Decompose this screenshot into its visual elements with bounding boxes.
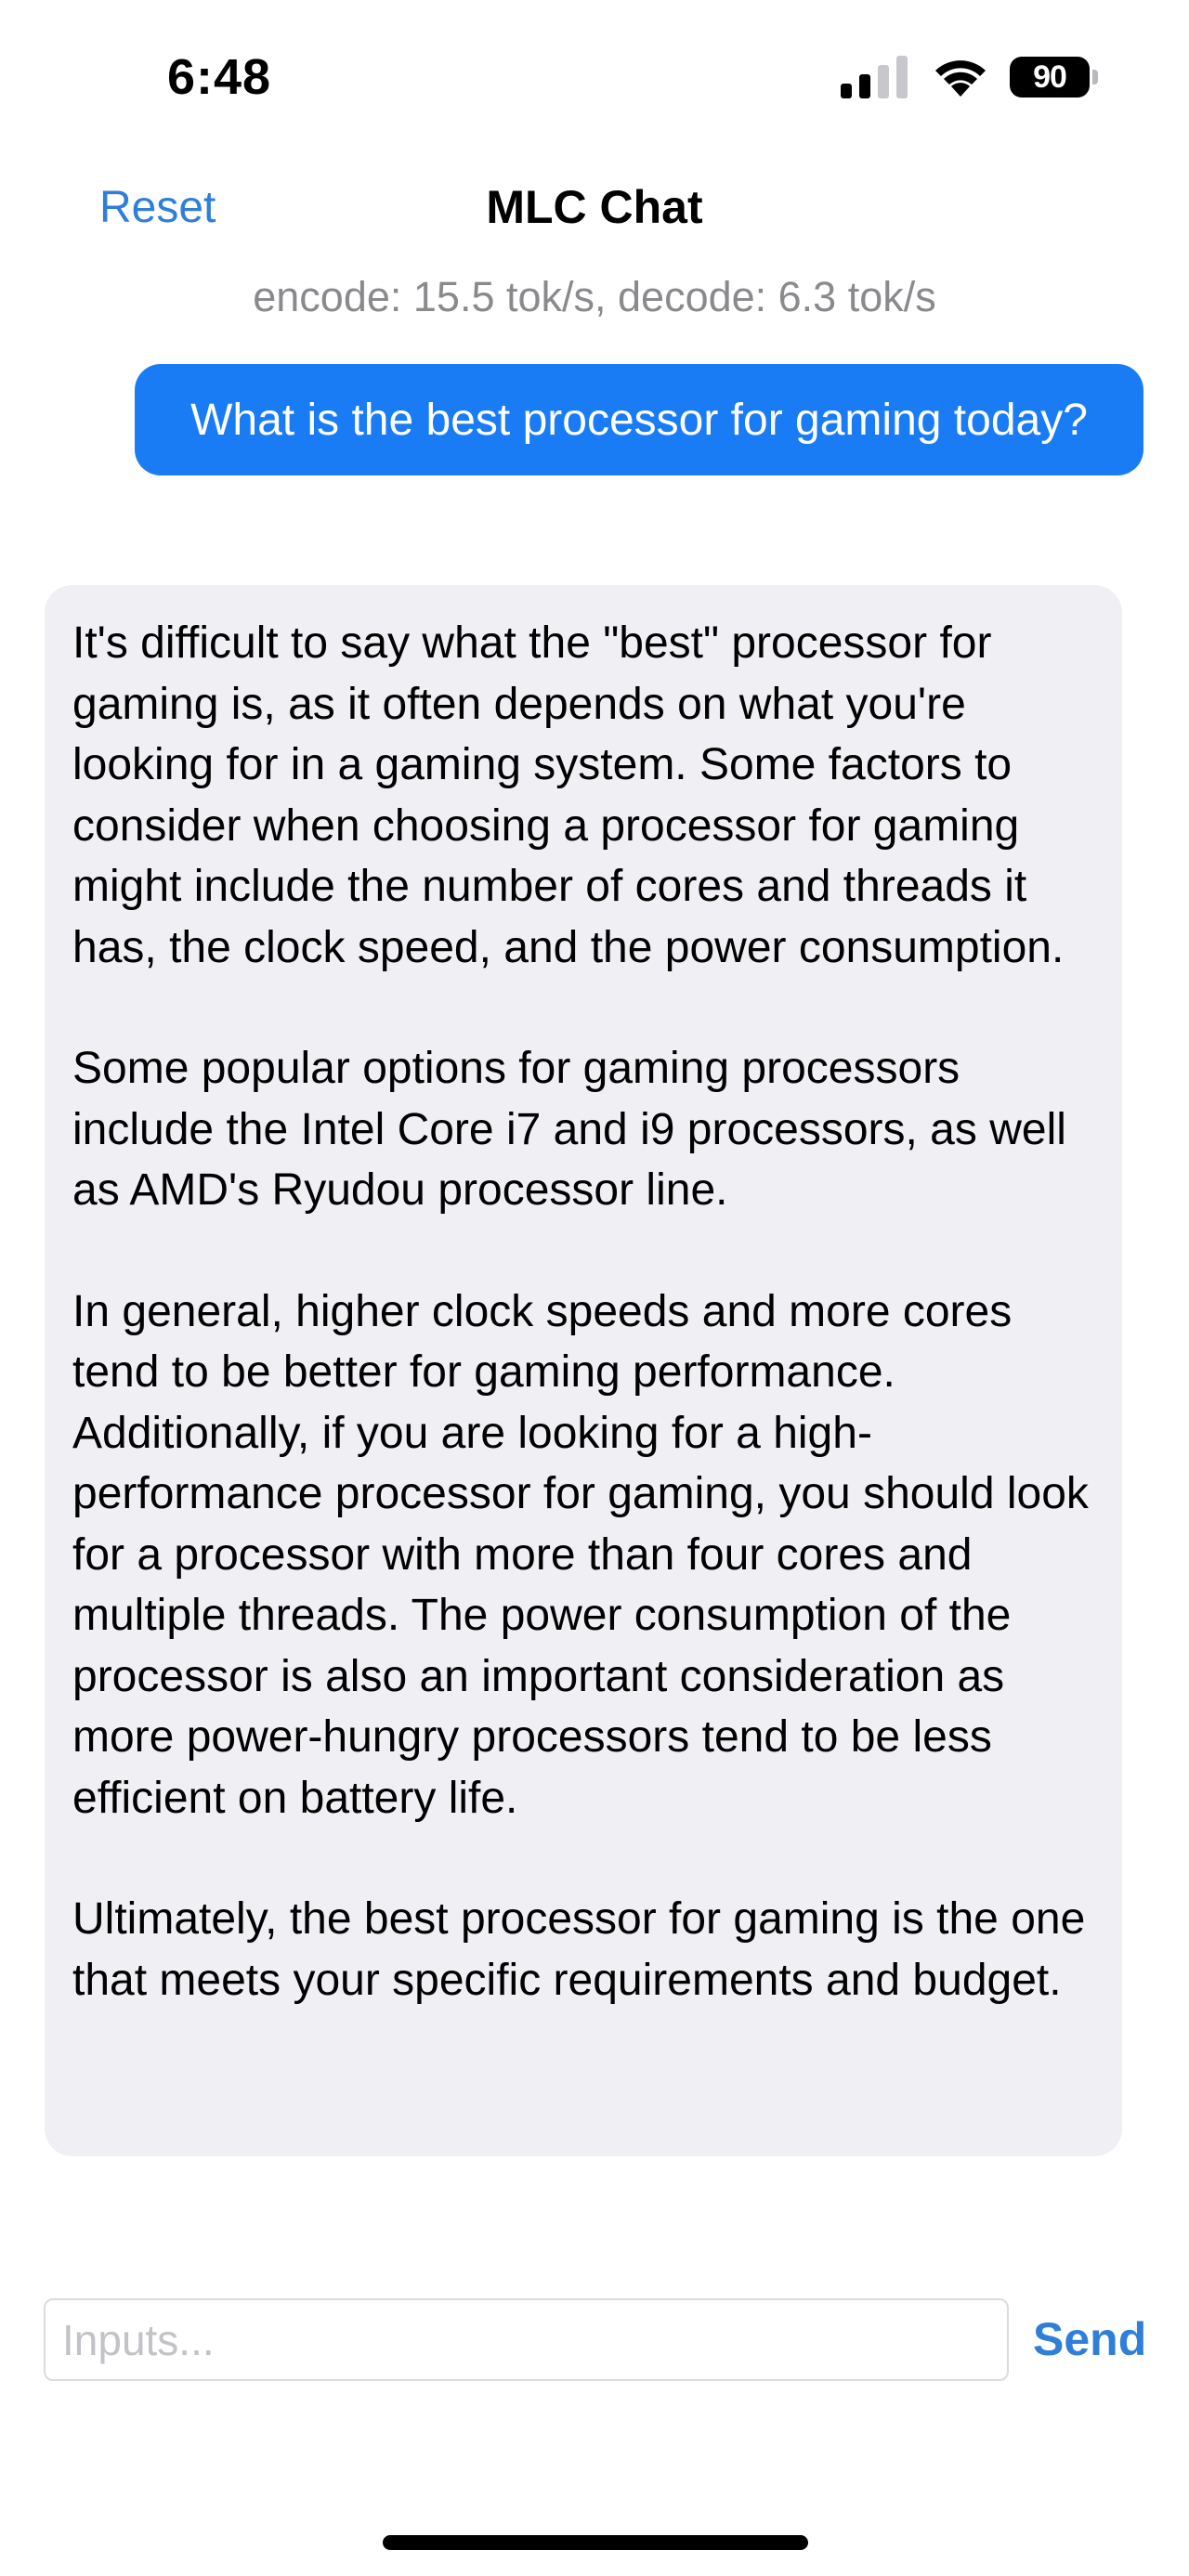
assistant-paragraph: In general, higher clock speeds and more… <box>72 1286 1089 1823</box>
cellular-signal-icon <box>841 56 908 98</box>
assistant-message-bubble: It's difficult to say what the "best" pr… <box>45 585 1122 2156</box>
chat-screen: 6:48 90 Reset MLC Chat encode: 15.5 tok/… <box>0 0 1189 2576</box>
reset-button[interactable]: Reset <box>99 182 216 233</box>
send-button[interactable]: Send <box>1033 2312 1146 2366</box>
user-message-text: What is the best processor for gaming to… <box>190 395 1088 445</box>
battery-level: 90 <box>1010 57 1090 98</box>
wifi-icon <box>935 60 986 97</box>
assistant-paragraph: Some popular options for gaming processo… <box>72 1044 1066 1215</box>
assistant-paragraph: It's difficult to say what the "best" pr… <box>72 618 1065 972</box>
user-message-bubble: What is the best processor for gaming to… <box>135 364 1143 475</box>
battery-icon: 90 <box>1010 57 1098 98</box>
status-time: 6:48 <box>167 49 272 105</box>
battery-nub <box>1092 70 1098 85</box>
status-indicators: 90 <box>841 56 1098 98</box>
home-indicator[interactable] <box>383 2535 808 2550</box>
speed-stats: encode: 15.5 tok/s, decode: 6.3 tok/s <box>253 273 936 320</box>
page-title: MLC Chat <box>486 181 703 233</box>
message-input[interactable] <box>44 2298 1009 2381</box>
assistant-paragraph: Ultimately, the best processor for gamin… <box>72 1894 1086 2005</box>
